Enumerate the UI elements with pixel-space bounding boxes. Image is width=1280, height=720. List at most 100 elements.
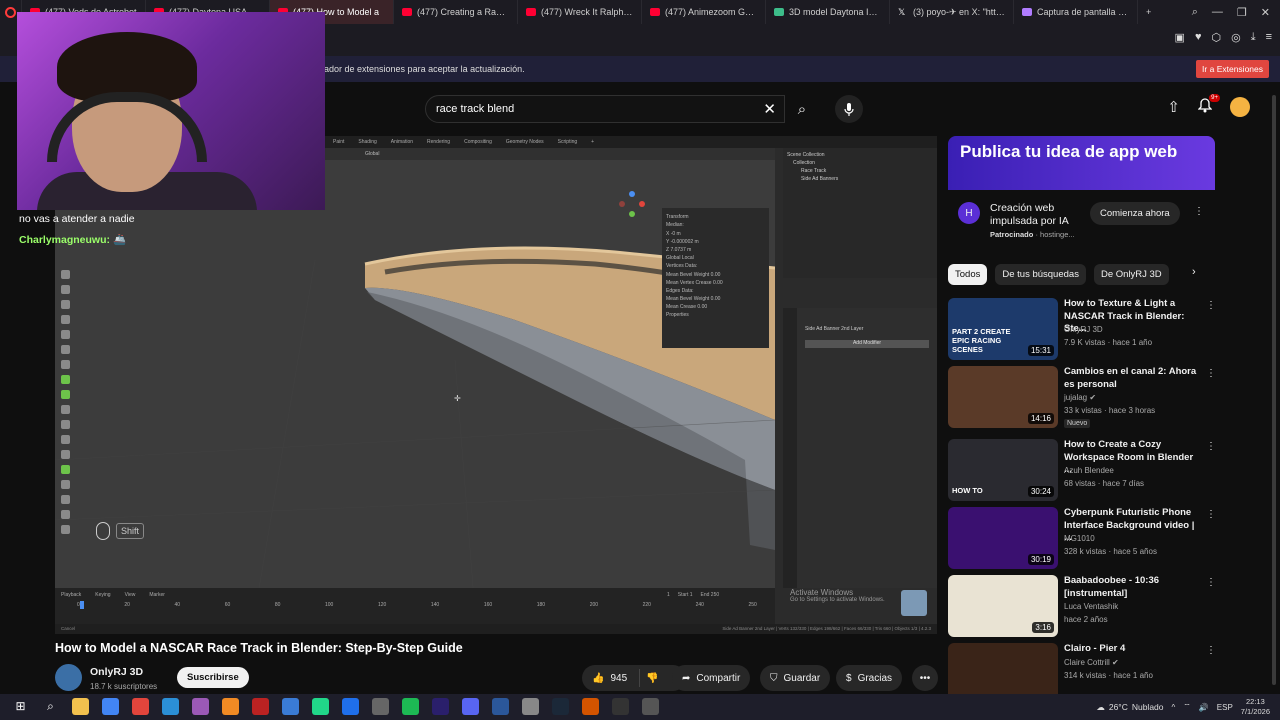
video-player[interactable]: ✛ Transform Median: X -0 mY -0.000002 mZ 7… [55,136,937,634]
rotate-tool-icon[interactable] [61,300,70,309]
blender-workspace-tab[interactable]: Scripting [558,139,577,145]
move-tool-icon[interactable] [61,285,70,294]
ad-more-icon[interactable]: ⋮ [1194,206,1204,217]
loopcut-tool-icon[interactable] [61,435,70,444]
recommendation-item[interactable]: 14:16 Cambios en el canal 2: Ahora es per… [948,366,1216,430]
creator-watermark-avatar[interactable] [901,590,927,616]
end-frame[interactable]: End 250 [701,592,720,598]
new-tab-button[interactable]: + [1138,0,1160,24]
camera-icon[interactable]: ◎ [1231,31,1241,44]
channel-name[interactable]: Claire Cottrill ✔ [1064,658,1119,667]
blender-workspace-tab[interactable]: Geometry Nodes [506,139,544,145]
blender-workspace-tab[interactable]: + [591,139,594,145]
add-modifier-button[interactable]: Add Modifier [805,340,929,348]
extensions-icon[interactable]: ⬡ [1211,31,1221,44]
search-icon[interactable]: ⌕ [42,698,59,715]
share-button[interactable]: ➦ Compartir [672,665,751,691]
filter-chip[interactable]: De tus búsquedas [995,264,1086,285]
vscode-icon[interactable] [342,698,359,715]
volume-icon[interactable]: 🔊 [1199,703,1209,712]
save-button[interactable]: ⛉ Guardar [760,665,831,691]
outliner-item[interactable]: Race Track [801,168,933,174]
video-title[interactable]: Baabadoobee - 10:36 [instrumental] [1064,575,1202,600]
extrude-tool-icon[interactable] [61,390,70,399]
video-thumbnail[interactable]: 30:19 [948,507,1058,569]
chips-next-icon[interactable]: › [1192,266,1196,278]
video-title[interactable]: Clairo - Pier 4 [1064,643,1202,656]
add-cube-tool-icon[interactable] [61,375,70,384]
pycharm-icon[interactable] [312,698,329,715]
sponsored-ad[interactable]: Publica tu idea de app web H Creación we… [948,136,1215,254]
photos-icon[interactable] [282,698,299,715]
search-tabs-icon[interactable]: ⌕ [1192,6,1198,19]
recommendation-item[interactable]: 3:16 Baabadoobee - 10:36 [instrumental] Lu… [948,575,1216,639]
browser-tab[interactable]: 3D model Daytona Intern [766,0,890,24]
discord-icon[interactable] [462,698,479,715]
dislike-icon[interactable]: 👎 [646,673,658,684]
file-explorer-icon[interactable] [72,698,89,715]
notifications-icon[interactable]: 9+ [1197,93,1220,117]
browser-tab[interactable]: (477) Creating a Race Tr [394,0,518,24]
outliner-item[interactable]: Collection [793,160,933,166]
channel-name[interactable]: Azuh Blendee [1064,466,1114,475]
channel-name[interactable]: jujalag ✔ [1064,393,1096,402]
timeline-menu-item[interactable]: Marker [149,592,165,598]
timeline-menu-item[interactable]: View [125,592,136,598]
blender-workspace-tab[interactable]: Shading [358,139,376,145]
page-scrollbar[interactable] [1272,95,1276,685]
menu-icon[interactable]: ≡ [1266,31,1272,44]
outliner-item[interactable]: Side Ad Banners [801,176,933,182]
opera-icon[interactable] [132,698,149,715]
unity-icon[interactable] [372,698,389,715]
video-more-icon[interactable]: ⋮ [1206,441,1216,452]
recommendation-item[interactable]: HOW TO 30:24 How to Create a Cozy Workspac… [948,439,1216,503]
measure-tool-icon[interactable] [61,360,70,369]
channel-name[interactable]: Luca Ventashik [1064,602,1118,611]
heart-icon[interactable]: ♥ [1195,31,1202,44]
knife-tool-icon[interactable] [61,450,70,459]
microphone-icon[interactable] [835,95,863,123]
clear-search-icon[interactable]: ✕ [763,100,776,118]
current-frame[interactable]: 1 [667,592,670,598]
video-thumbnail[interactable]: PART 2 CREATE EPIC RACING SCENES 15:31 [948,298,1058,360]
windows-start-icon[interactable]: ⊞ [12,698,29,715]
more-actions-icon[interactable]: ••• [912,665,938,691]
browser-tab[interactable]: 𝕏 (3) poyo-✈ en X: "https:/ [890,0,1014,24]
video-more-icon[interactable]: ⋮ [1206,577,1216,588]
start-frame[interactable]: Start 1 [678,592,693,598]
like-count[interactable]: 945 [610,673,627,684]
recommendation-item[interactable]: 30:19 Cyberpunk Futuristic Phone Interfac… [948,507,1216,571]
filter-chip[interactable]: Todos [948,264,988,285]
app-icon[interactable] [582,698,599,715]
subscribe-button[interactable]: Suscribirse [177,667,249,688]
channel-avatar[interactable] [55,664,82,691]
stream-app-icon[interactable] [252,698,269,715]
cursor-tool-icon[interactable] [61,270,70,279]
channel-name[interactable]: MG1010 [1064,534,1095,543]
filter-chip[interactable]: De OnlyRJ 3D [1093,264,1169,285]
minimize-icon[interactable]: — [1212,6,1223,18]
annotate-tool-icon[interactable] [61,345,70,354]
upload-icon[interactable]: ⇧ [1167,98,1180,116]
go-to-extensions-button[interactable]: Ir a Extensiones [1196,60,1269,78]
video-more-icon[interactable]: ⋮ [1206,645,1216,656]
shrink-tool-icon[interactable] [61,510,70,519]
video-more-icon[interactable]: ⋮ [1206,509,1216,520]
thanks-button[interactable]: $ Gracias [836,665,903,691]
close-window-icon[interactable]: ✕ [1261,6,1270,19]
inset-tool-icon[interactable] [61,405,70,414]
ad-cta-button[interactable]: Comienza ahora [1090,202,1180,225]
wallet-icon[interactable] [192,698,209,715]
edge-icon[interactable] [162,698,179,715]
video-thumbnail[interactable]: HOW TO 30:24 [948,439,1058,501]
recommendation-item[interactable]: PART 2 CREATE EPIC RACING SCENES 15:31 How… [948,298,1216,362]
shear-tool-icon[interactable] [61,525,70,534]
channel-name[interactable]: OnlyRJ 3D [1064,325,1103,334]
bevel-tool-icon[interactable] [61,420,70,429]
spotify-icon[interactable] [402,698,419,715]
channel-name[interactable]: OnlyRJ 3D [90,666,143,678]
steam-icon[interactable] [552,698,569,715]
video-more-icon[interactable]: ⋮ [1206,368,1216,379]
like-icon[interactable]: 👍 [592,673,604,684]
blender-workspace-tab[interactable]: Paint [333,139,344,145]
